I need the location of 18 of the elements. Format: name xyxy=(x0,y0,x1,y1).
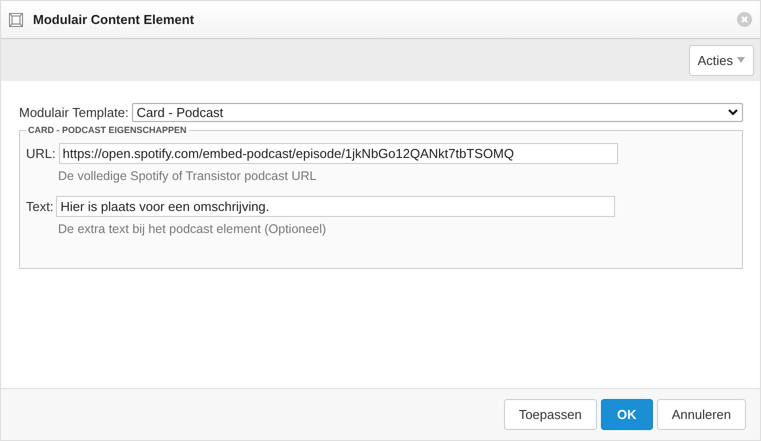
actions-button[interactable]: Acties xyxy=(688,44,754,76)
help-text: De extra text bij het podcast element (Optioneel) xyxy=(58,222,328,236)
help-text: De volledige Spotify of Transistor podcast URL xyxy=(58,169,318,183)
template-select[interactable]: Card - Podcast xyxy=(132,103,743,122)
field-label: URL: xyxy=(26,146,56,161)
chevron-icon xyxy=(728,109,738,116)
field-label: Text: xyxy=(26,199,54,214)
ok-button[interactable]: OK xyxy=(600,399,653,430)
template-label: Modulair Template: xyxy=(19,105,129,120)
window-title: Modulair Content Element xyxy=(33,12,196,27)
caret-icon xyxy=(737,57,745,63)
close-icon[interactable] xyxy=(737,12,752,27)
panel-legend: CARD - PODCAST EIGENSCHAPPEN xyxy=(26,125,189,135)
dialog-button[interactable]: Toepassen xyxy=(504,399,597,430)
input-field[interactable]: https://open.spotify.com/embed-podcast/episode/1jkNbGo12QANkt7tbTSOMQ xyxy=(58,143,618,164)
element-icon xyxy=(9,12,23,26)
input-field[interactable]: Hier is plaats voor een omschrijving. xyxy=(56,196,616,217)
dialog-button[interactable]: Annuleren xyxy=(656,399,746,430)
